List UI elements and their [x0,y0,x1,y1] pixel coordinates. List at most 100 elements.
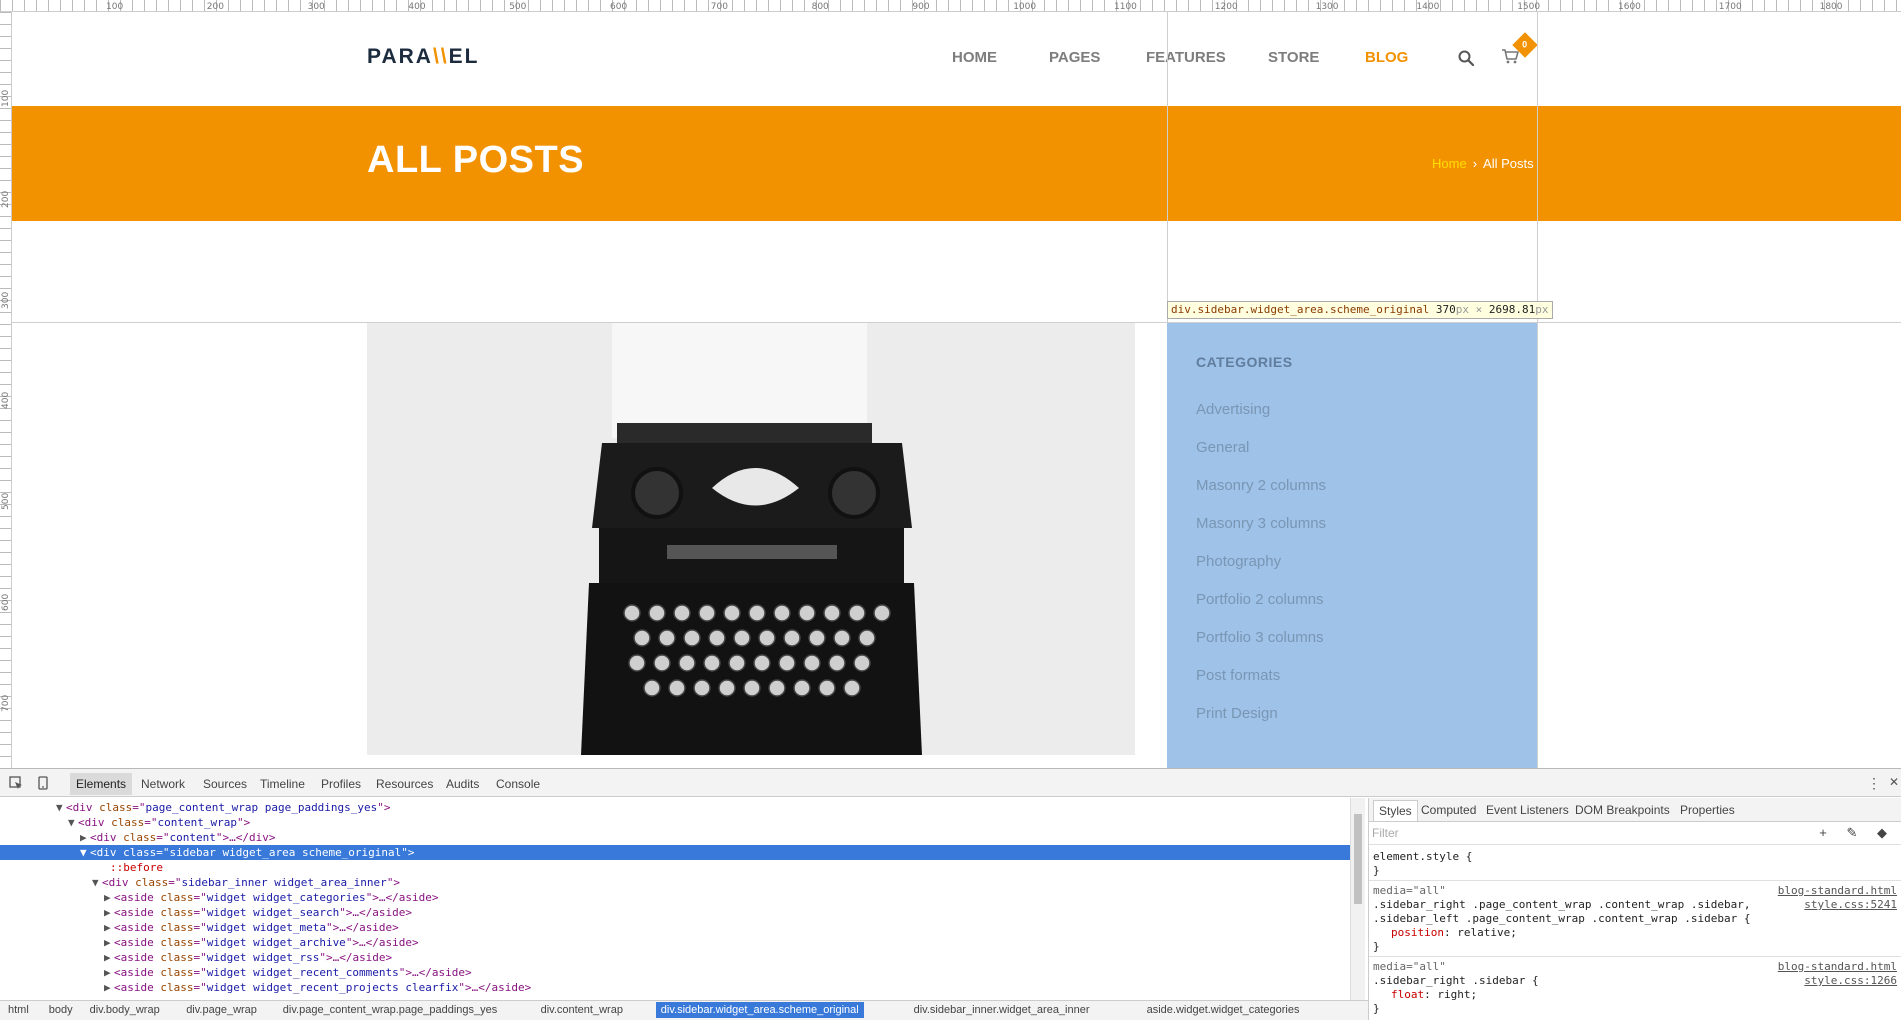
nav-item-home[interactable]: HOME [952,49,997,66]
close-icon[interactable]: ✕ [1889,775,1899,789]
tab-elements[interactable]: Elements [70,773,133,795]
ruler-tick: 700 [1,694,11,712]
rule-declaration[interactable]: position: relative; [1391,926,1517,939]
ruler-tick: 1000 [1013,2,1037,12]
rule-selector[interactable]: .sidebar_right .sidebar { [1373,974,1539,987]
dom-node[interactable]: ::before [0,860,1350,875]
ruler-tick: 200 [1,190,11,208]
ruler-tick: 900 [912,2,930,12]
divider [1369,880,1901,881]
category-item[interactable]: Masonry 3 columns [1196,515,1326,553]
category-item[interactable]: Advertising [1196,401,1326,439]
tab-timeline[interactable]: Timeline [260,777,305,791]
dom-breadcrumb-item[interactable]: div.sidebar_inner.widget_area_inner [914,1004,1090,1016]
dom-breadcrumb-bar: html body div.body_wrap div.page_wrap div.pa… [0,1000,1368,1020]
breadcrumb-separator: › [1472,156,1478,171]
dom-node[interactable]: ▼ <div class="page_content_wrap page_padd… [0,800,1350,815]
dom-breadcrumb-item[interactable]: div.page_content_wrap.page_paddings_yes [283,1004,497,1016]
dom-node[interactable]: ▶ <aside class="widget widget_meta">…</as… [0,920,1350,935]
browser-viewport: 100 200 300 400 500 600 700 800 900 1000 1100 1200 1… [0,0,1901,768]
more-options-icon[interactable]: ⋮ [1867,775,1881,792]
breadcrumb-home-link[interactable]: Home [1432,156,1467,171]
scrollbar-thumb[interactable] [1354,814,1362,904]
tab-console[interactable]: Console [496,777,540,791]
dom-node[interactable]: ▶ <aside class="widget widget_recent_proj… [0,980,1350,995]
dom-node[interactable]: ▼ <div class="sidebar_inner widget_area_i… [0,875,1350,890]
tab-event-listeners[interactable]: Event Listeners [1486,803,1569,817]
ruler-left: 100 200 300 400 500 600 700 [0,12,12,768]
dom-node[interactable]: ▶ <aside class="widget widget_rss">…</asi… [0,950,1350,965]
nav-item-blog[interactable]: BLOG [1365,49,1408,66]
rule-source-link[interactable]: blog-standard.html [1778,884,1897,897]
tab-styles[interactable]: Styles [1373,800,1418,821]
rule-declaration[interactable]: float: right; [1391,988,1477,1001]
divider [1369,844,1901,845]
tab-sources[interactable]: Sources [203,777,247,791]
rule-close: } [1373,1002,1380,1015]
nav-item-store[interactable]: STORE [1268,49,1319,66]
ruler-top: 100 200 300 400 500 600 700 800 900 1000 1100 1200 1… [0,0,1901,12]
rule-selector[interactable]: .sidebar_right .page_content_wrap .conte… [1373,898,1751,911]
ruler-tick: 1400 [1416,2,1440,12]
tab-resources[interactable]: Resources [376,777,433,791]
category-item[interactable]: Portfolio 3 columns [1196,629,1326,667]
inspector-guide-right [1537,12,1538,768]
dom-breadcrumb-item[interactable]: div.content_wrap [541,1004,623,1016]
dom-node[interactable]: ▶ <aside class="widget widget_search">…</… [0,905,1350,920]
category-item[interactable]: General [1196,439,1326,477]
tab-computed[interactable]: Computed [1421,803,1476,817]
cart-icon[interactable] [1501,48,1519,64]
search-icon[interactable] [1458,50,1474,66]
nav-item-features[interactable]: FEATURES [1146,49,1226,66]
ruler-tick: 1500 [1517,2,1541,12]
dom-breadcrumb-item[interactable]: div.body_wrap [90,1004,160,1016]
dom-breadcrumb-item[interactable]: div.sidebar.widget_area.scheme_original [655,1002,864,1018]
dom-node[interactable]: ▶ <aside class="widget widget_recent_comm… [0,965,1350,980]
styles-sidebar: Styles Computed Event Listeners DOM Brea… [1368,798,1901,1020]
styles-filter-input[interactable]: Filter [1372,826,1399,840]
category-item[interactable]: Print Design [1196,705,1326,743]
post-featured-image[interactable] [367,323,1135,755]
tab-network[interactable]: Network [141,777,185,791]
dom-node[interactable]: ▼ <div class="content_wrap"> [0,815,1350,830]
styles-toolbar-icons[interactable]: + ✎ ◆ [1819,825,1895,841]
tab-profiles[interactable]: Profiles [321,777,361,791]
rule-close: } [1373,864,1380,877]
site-logo[interactable]: PARA\\EL [367,45,479,69]
dom-node[interactable]: ▶ <div class="content">…</div> [0,830,1350,845]
device-mode-icon[interactable] [36,776,50,790]
tab-audits[interactable]: Audits [446,777,479,791]
nav-item-pages[interactable]: PAGES [1049,49,1100,66]
dom-breadcrumb-item[interactable]: body [49,1004,73,1016]
dom-node[interactable]: ▶ <aside class="widget widget_categories"… [0,890,1350,905]
sidebar-widget-area: CATEGORIES Advertising General Masonry 2… [1167,323,1537,768]
dom-node-selected[interactable]: ▼ <div class="sidebar widget_area scheme_… [0,845,1350,860]
ruler-tick: 1600 [1618,2,1641,12]
rule-source-link[interactable]: blog-standard.html [1778,960,1897,973]
dom-breadcrumb-item[interactable]: aside.widget.widget_categories [1147,1004,1300,1016]
category-item[interactable]: Photography [1196,553,1326,591]
category-item[interactable]: Portfolio 2 columns [1196,591,1326,629]
rule-source-link[interactable]: style.css:1266 [1804,974,1897,987]
ruler-tick: 1200 [1214,2,1238,12]
dom-breadcrumb-item[interactable]: div.page_wrap [186,1004,257,1016]
dom-breadcrumb-item[interactable]: html [8,1004,29,1016]
ruler-tick: 300 [307,2,325,12]
breadcrumb: Home › All Posts [1432,156,1534,171]
dom-tree-scrollbar[interactable] [1350,798,1365,1000]
ruler-tick: 600 [1,593,11,611]
tab-dom-breakpoints[interactable]: DOM Breakpoints [1575,803,1670,817]
rule-source-link[interactable]: style.css:5241 [1804,898,1897,911]
divider [1369,956,1901,957]
category-item[interactable]: Post formats [1196,667,1326,705]
ruler-tick: 100 [1,89,11,107]
tab-properties[interactable]: Properties [1680,803,1735,817]
rule-media: media="all" [1373,960,1446,973]
ruler-tick: 500 [1,493,11,511]
rule-selector[interactable]: .sidebar_left .page_content_wrap .conten… [1373,912,1751,925]
logo-text-right: EL [448,45,480,68]
inspect-element-icon[interactable] [9,776,23,790]
element-style-rule[interactable]: element.style { [1373,850,1472,863]
category-item[interactable]: Masonry 2 columns [1196,477,1326,515]
dom-node[interactable]: ▶ <aside class="widget widget_archive">…<… [0,935,1350,950]
